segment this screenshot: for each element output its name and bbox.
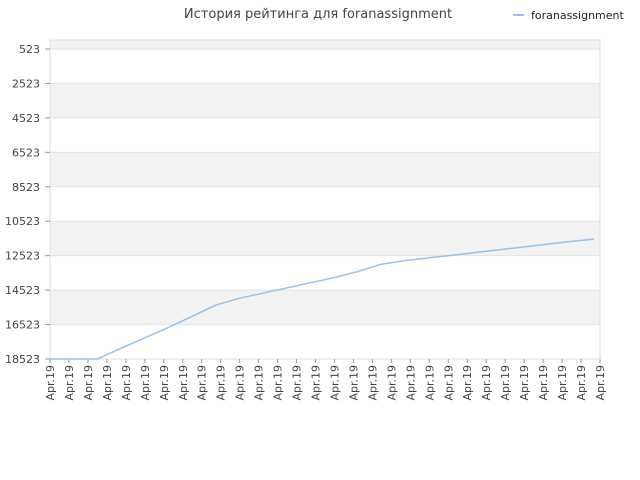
plot-band xyxy=(50,290,600,325)
chart-title: История рейтинга для foranassignment xyxy=(184,7,452,22)
plot-band xyxy=(50,324,600,359)
x-tick-label: Apr.19 xyxy=(253,365,266,401)
x-axis: Apr.19 Apr.19 Apr.19 Apr.19 Apr.19 Apr.19 Apr.… xyxy=(44,359,607,401)
x-tick-label: Apr.19 xyxy=(196,365,209,401)
y-axis: 523 2523 4523 6523 8523 10523 12523 14523 16523 1… xyxy=(5,43,50,366)
x-tick-label: Apr.19 xyxy=(63,365,76,401)
legend-label: foranassignment xyxy=(531,9,625,22)
y-tick-label: 10523 xyxy=(5,215,40,228)
x-tick-label: Apr.19 xyxy=(328,365,341,401)
x-tick-label: Apr.19 xyxy=(139,365,152,401)
y-tick-label: 8523 xyxy=(12,181,40,194)
plot-band xyxy=(50,49,600,84)
x-tick-label: Apr.19 xyxy=(518,365,531,401)
x-tick-label: Apr.19 xyxy=(101,365,114,401)
plot-band xyxy=(50,221,600,256)
x-tick-label: Apr.19 xyxy=(291,365,304,401)
plot-band xyxy=(50,255,600,291)
x-tick-label: Apr.19 xyxy=(423,365,436,401)
x-tick-label: Apr.19 xyxy=(44,365,57,401)
legend: foranassignment xyxy=(513,9,625,22)
x-tick-label: Apr.19 xyxy=(310,365,323,401)
x-tick-label: Apr.19 xyxy=(177,365,190,401)
y-tick-label: 16523 xyxy=(5,319,40,332)
y-tick-label: 4523 xyxy=(12,112,40,125)
x-tick-label: Apr.19 xyxy=(442,365,455,401)
plot-band xyxy=(50,83,600,118)
y-tick-label: 523 xyxy=(19,43,40,56)
x-tick-label: Apr.19 xyxy=(385,365,398,401)
plot-bands xyxy=(50,40,600,359)
plot-band xyxy=(50,40,600,49)
plot-band xyxy=(50,152,600,187)
x-tick-label: Apr.19 xyxy=(158,365,171,401)
x-tick-label: Apr.19 xyxy=(234,365,247,401)
y-tick-label: 2523 xyxy=(12,77,40,90)
y-tick-label: 12523 xyxy=(5,250,40,263)
y-tick-label: 18523 xyxy=(5,353,40,366)
x-tick-label: Apr.19 xyxy=(594,365,607,401)
x-tick-label: Apr.19 xyxy=(499,365,512,401)
x-tick-label: Apr.19 xyxy=(461,365,474,401)
x-tick-label: Apr.19 xyxy=(537,365,550,401)
x-tick-label: Apr.19 xyxy=(556,365,569,401)
plot-band xyxy=(50,186,600,222)
x-tick-label: Apr.19 xyxy=(366,365,379,401)
y-tick-label: 6523 xyxy=(12,146,40,159)
x-tick-label: Apr.19 xyxy=(215,365,228,401)
x-tick-label: Apr.19 xyxy=(347,365,360,401)
x-tick-label: Apr.19 xyxy=(575,365,588,401)
x-tick-label: Apr.19 xyxy=(272,365,285,401)
x-tick-label: Apr.19 xyxy=(120,365,133,401)
rating-history-chart: 523 2523 4523 6523 8523 10523 12523 14523 16523 1… xyxy=(5,7,625,401)
x-tick-label: Apr.19 xyxy=(82,365,95,401)
plot-band xyxy=(50,117,600,153)
x-tick-label: Apr.19 xyxy=(480,365,493,401)
x-tick-label: Apr.19 xyxy=(404,365,417,401)
y-tick-label: 14523 xyxy=(5,284,40,297)
